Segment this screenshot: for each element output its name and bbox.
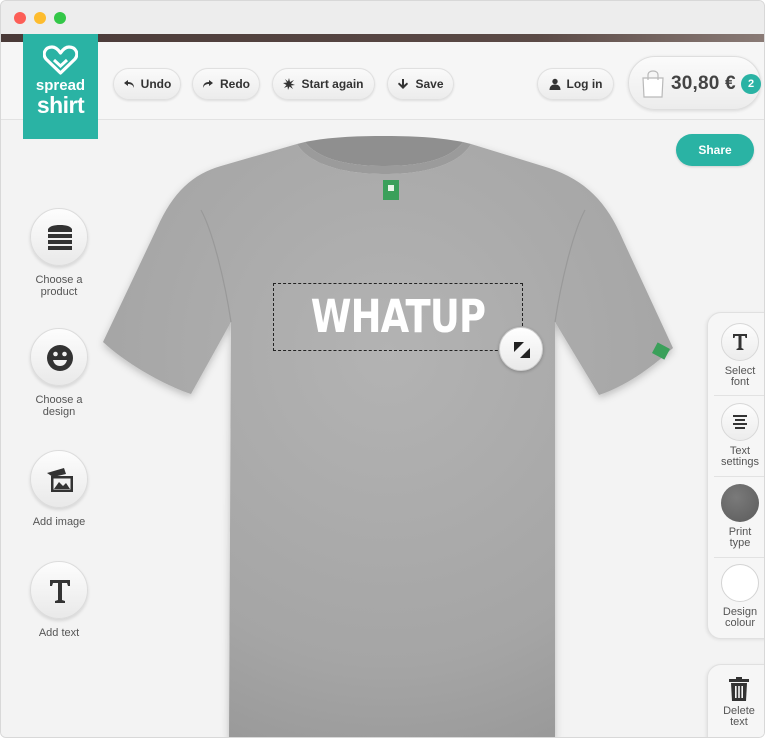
browser-window: WHATUP spread shirt Undo Redo Start agai… [0,0,765,738]
redo-arrow-icon [203,80,213,88]
undo-button[interactable]: Undo [113,68,181,100]
delete-text-button[interactable]: Delete text [707,664,764,737]
add-text-label-line1: Add text [38,627,80,639]
align-center-icon [733,415,747,429]
add-text-circle [30,561,88,619]
text-t-icon [50,580,70,603]
login-button[interactable]: Log in [537,68,614,100]
design-colour-swatch [721,564,759,602]
panel-divider [714,557,764,558]
delete-text-label-line2: text [730,716,748,728]
header-strip [1,34,764,42]
redo-label: Redo [220,77,250,91]
tshirt-product-image[interactable] [1,42,765,738]
select-font-label-line2: font [730,376,750,388]
starburst-icon [283,78,296,90]
design-text[interactable]: WHATUP [296,290,499,343]
login-label: Log in [566,77,603,91]
start-again-label: Start again [301,77,364,91]
save-label: Save [415,77,444,91]
text-t-icon [733,334,747,350]
resize-arrows-icon [514,342,530,358]
choose-design-circle [30,328,88,386]
tshirt-stack-icon [48,225,72,250]
top-toolbar: spread shirt Undo Redo Start again Save [1,34,764,139]
add-text-button[interactable]: Add text [9,561,109,639]
add-image-label: Add image [9,516,109,528]
choose-product-label-line1: Choose a [35,274,83,286]
share-button[interactable]: Share [676,134,754,166]
add-image-label-line1: Add image [32,516,86,528]
text-settings-button[interactable]: Text settings [708,403,764,468]
image-icon [47,468,73,492]
shopping-bag-icon [642,70,664,98]
design-colour-button[interactable]: Design colour [708,564,764,629]
choose-design-label-line2: design [42,406,76,418]
heart-logo-icon [43,45,78,75]
minimize-window-button[interactable] [34,12,46,24]
choose-product-button[interactable]: Choose a product [9,208,109,298]
resize-rotate-handle[interactable] [499,327,543,371]
cart-total-price: 30,80 € [671,73,736,94]
spreadshirt-logo[interactable]: spread shirt [23,34,98,139]
shopping-cart-button[interactable]: 30,80 € 2 [628,56,761,110]
trash-icon [729,677,749,701]
choose-product-label-line2: product [40,286,78,298]
select-font-circle [721,323,759,361]
print-type-label: Print type [708,527,764,549]
start-again-button[interactable]: Start again [272,68,375,100]
design-colour-label: Design colour [708,607,764,629]
text-settings-label-line2: settings [721,456,759,468]
maximize-window-button[interactable] [54,12,66,24]
text-settings-label: Text settings [708,446,764,468]
add-image-circle [30,450,88,508]
delete-text-label: Delete text [708,706,764,728]
choose-design-button[interactable]: Choose a design [9,328,109,418]
print-type-button[interactable]: Print type [708,484,764,549]
download-arrow-icon [398,79,409,89]
close-window-button[interactable] [14,12,26,24]
user-icon [549,78,560,90]
design-colour-label-line2: colour [725,617,755,629]
choose-product-circle [30,208,88,266]
save-button[interactable]: Save [387,68,454,100]
print-type-label-line2: type [729,537,751,549]
choose-design-label-line1: Choose a [35,394,83,406]
undo-label: Undo [140,77,172,91]
window-titlebar [1,1,764,34]
smiley-icon [47,345,73,371]
redo-button[interactable]: Redo [192,68,260,100]
logo-text-spread: spread [35,77,86,94]
text-settings-circle [721,403,759,441]
design-canvas: WHATUP [1,42,765,738]
text-options-panel: Select font Text settings Print type Des… [707,312,764,639]
logo-text-shirt: shirt [36,92,85,118]
panel-divider [714,395,764,396]
undo-arrow-icon [123,80,134,88]
add-image-button[interactable]: Add image [9,450,109,528]
cart-item-count-badge: 2 [741,74,761,94]
add-text-label: Add text [9,627,109,639]
choose-product-label: Choose a product [9,274,109,298]
panel-divider [714,476,764,477]
design-bounding-box[interactable]: WHATUP [273,283,523,351]
designer-app: WHATUP spread shirt Undo Redo Start agai… [1,34,765,738]
select-font-label: Select font [708,366,764,388]
select-font-button[interactable]: Select font [708,323,764,388]
print-type-swatch [721,484,759,522]
choose-design-label: Choose a design [9,394,109,418]
